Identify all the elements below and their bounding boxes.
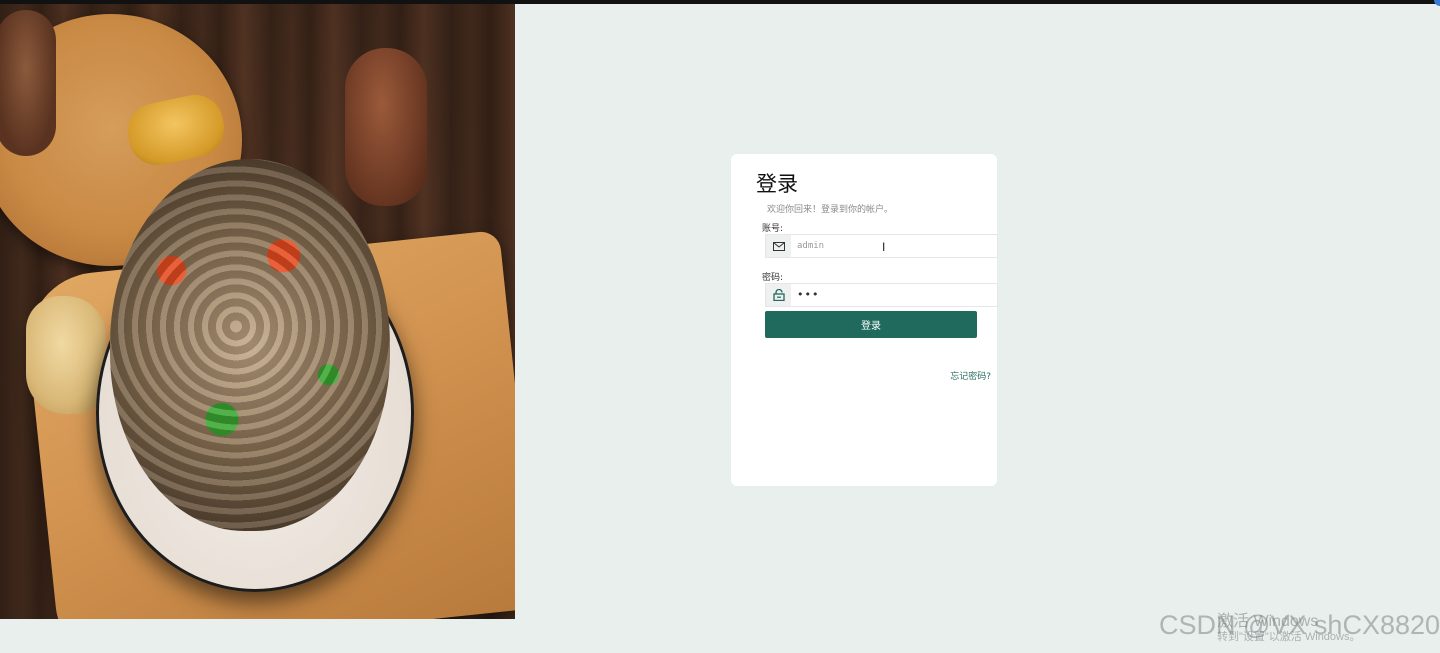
shiitake-mushroom <box>345 48 427 206</box>
login-card: 登录 欢迎你回来！登录到你的帐户。 账号: admin I 密码: ••• 登录… <box>731 154 998 486</box>
lock-icon <box>766 284 791 306</box>
mail-icon <box>766 235 791 257</box>
login-subtitle: 欢迎你回来！登录到你的帐户。 <box>767 205 894 215</box>
password-input[interactable]: ••• <box>765 283 998 307</box>
password-label: 密码: <box>762 273 784 283</box>
text-cursor-icon: I <box>882 240 886 254</box>
mushroom-left <box>0 10 56 156</box>
stir-fried-clams <box>110 159 390 531</box>
account-label: 账号: <box>762 224 784 234</box>
forgot-password-link[interactable]: 忘记密码? <box>950 369 991 382</box>
login-title: 登录 <box>756 172 798 196</box>
password-value[interactable]: ••• <box>797 284 819 306</box>
ginger-root <box>26 296 106 414</box>
login-button[interactable]: 登录 <box>765 311 977 338</box>
activate-windows-subtitle: 转到"设置"以激活 Windows。 <box>1217 631 1361 643</box>
window-corner-dot <box>1434 0 1440 6</box>
hero-food-image <box>0 4 515 619</box>
account-value[interactable]: admin <box>797 235 824 257</box>
account-input[interactable]: admin I <box>765 234 998 258</box>
